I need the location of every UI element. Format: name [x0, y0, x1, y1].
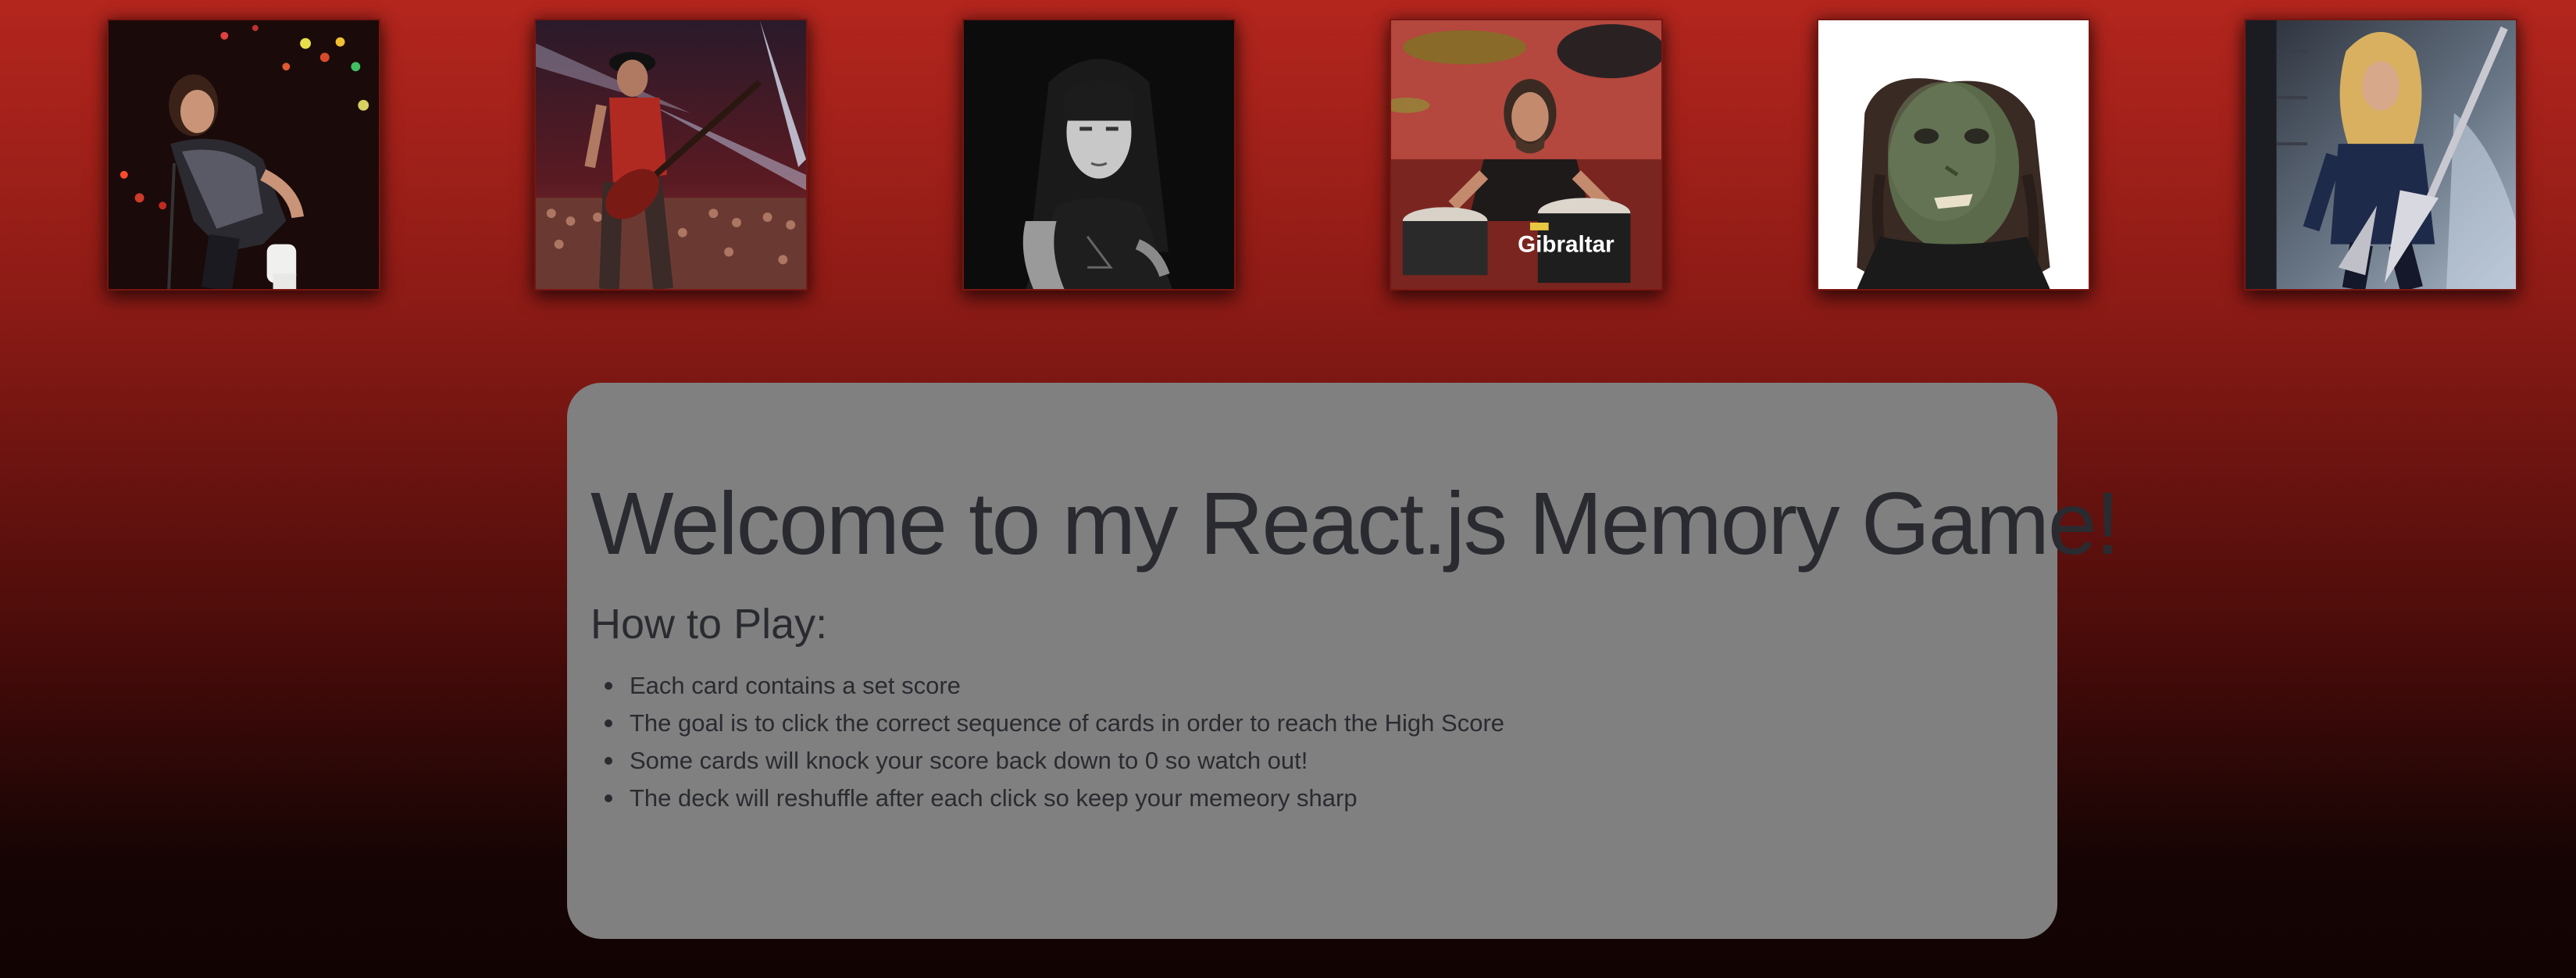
list-item: The deck will reshuffle after each click… [605, 780, 1504, 817]
singer-stage-image [109, 20, 379, 289]
guitarist-flying-v-image [2246, 20, 2516, 289]
card-drummer[interactable]: Gibraltar [1390, 19, 1663, 291]
bullet-icon [605, 794, 612, 802]
masked-musician-image [1818, 20, 2089, 289]
guitarist-portrait-image [964, 20, 1234, 289]
how-to-play-heading: How to Play: [590, 601, 828, 648]
bullet-icon [605, 719, 612, 727]
bullet-icon [605, 757, 612, 765]
rule-text: Each card contains a set score [630, 672, 961, 699]
list-item: The goal is to click the correct sequenc… [605, 705, 1505, 742]
page-title: Welcome to my React.js Memory Game! [590, 474, 2120, 573]
card-guitarist-flying-v[interactable] [2244, 19, 2517, 291]
rule-text: The deck will reshuffle after each click… [630, 784, 1358, 812]
card-bassist-stage[interactable] [534, 19, 808, 291]
list-item: Some cards will knock your score back do… [605, 742, 1504, 780]
bassist-stage-image [536, 20, 806, 289]
bullet-icon [605, 682, 612, 690]
card-singer-stage[interactable] [107, 19, 380, 291]
rule-text: Some cards will knock your score back do… [630, 747, 1308, 774]
rule-text: The goal is to click the correct sequenc… [630, 709, 1505, 737]
welcome-panel: Welcome to my React.js Memory Game! How … [567, 383, 2120, 939]
card-guitarist-portrait[interactable] [962, 19, 1236, 291]
rules-list: Each card contains a set score The goal … [605, 667, 1505, 817]
drummer-image: Gibraltar [1391, 20, 1661, 289]
card-row: Gibraltar [0, 19, 2576, 292]
list-item: Each card contains a set score [605, 667, 1504, 705]
card-masked-musician[interactable] [1817, 19, 2090, 291]
drum-kit-brand-text: Gibraltar [1518, 232, 1614, 258]
